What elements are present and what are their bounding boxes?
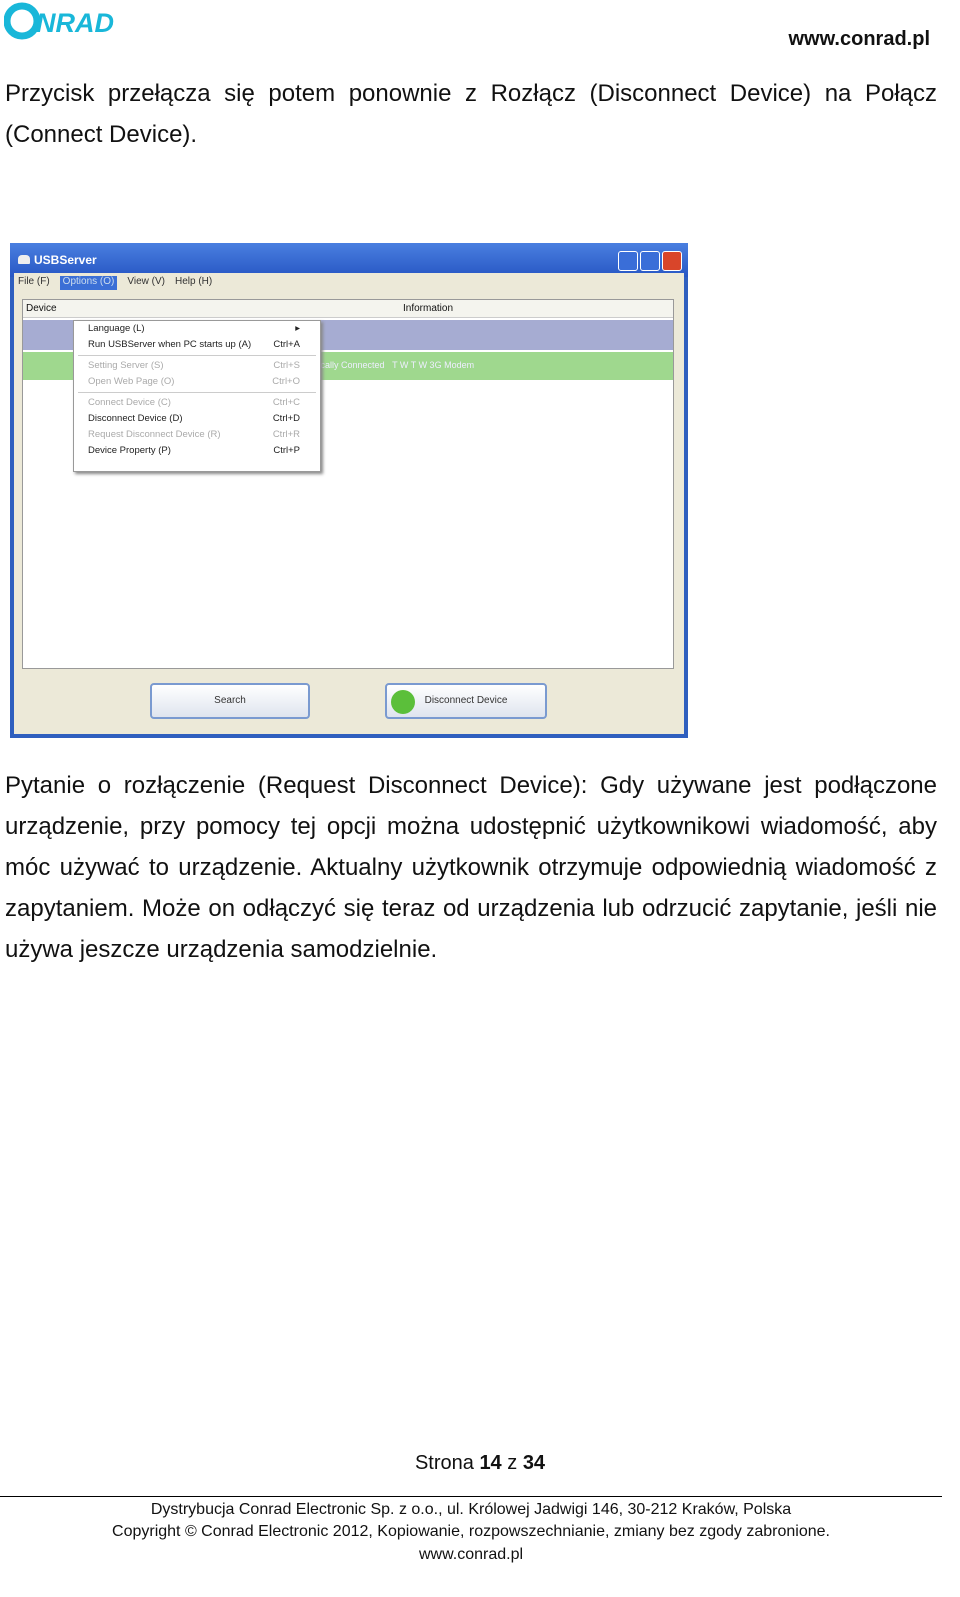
- menu-separator: [78, 392, 316, 393]
- row-info: T W T W 3G Modem: [392, 360, 475, 370]
- menu-item-shortcut: Ctrl+P: [273, 445, 300, 456]
- menu-item: Language (L) ▸: [74, 321, 320, 337]
- maximize-icon: [640, 251, 660, 271]
- window-title: USBServer: [34, 253, 97, 267]
- usbserver-screenshot: USBServer File (F) Options (O) View (V) …: [10, 243, 688, 738]
- menubar: File (F) Options (O) View (V) Help (H): [14, 273, 684, 293]
- menu-item-shortcut: Ctrl+A: [273, 339, 300, 350]
- menu-item-shortcut: Ctrl+D: [272, 413, 300, 424]
- conrad-logo: NRAD: [4, 2, 114, 40]
- check-icon: [391, 690, 415, 714]
- menu-item: Setting Server (S) Ctrl+S: [74, 358, 320, 374]
- menu-item-shortcut: ▸: [295, 323, 300, 334]
- menu-item-label: Language (L): [88, 323, 145, 334]
- menu-item-shortcut: Ctrl+S: [273, 360, 300, 371]
- footer-divider: [0, 1496, 942, 1497]
- menu-item: Connect Device (C) Ctrl+C: [74, 395, 320, 411]
- column-device: Device: [26, 303, 57, 314]
- menu-item: Request Disconnect Device (R) Ctrl+R: [74, 427, 320, 443]
- menu-item: Disconnect Device (D) Ctrl+D: [74, 411, 320, 427]
- search-button: Search: [150, 683, 310, 719]
- menu-options: Options (O): [59, 276, 118, 290]
- intro-paragraph: Przycisk przełącza się potem ponownie z …: [5, 80, 937, 148]
- row-status: ...cally Connected: [313, 360, 385, 370]
- menu-item-shortcut: Ctrl+R: [272, 429, 300, 440]
- footer-address: Dystrybucja Conrad Electronic Sp. z o.o.…: [150, 1501, 792, 1518]
- disconnect-device-button: Disconnect Device: [385, 683, 547, 719]
- menu-separator: [78, 355, 316, 356]
- footer-copyright: Copyright © Conrad Electronic 2012, Kopi…: [112, 1523, 830, 1540]
- menu-item-label: Device Property (P): [88, 445, 171, 456]
- device-list: Device Information ...cally Connected T W…: [22, 299, 674, 669]
- footer-url[interactable]: www.conrad.pl: [0, 1546, 942, 1564]
- menu-item: Run USBServer when PC starts up (A) Ctrl+…: [74, 337, 320, 353]
- menu-view: View (V): [127, 276, 165, 287]
- body-paragraph: Pytanie o rozłączenie (Request Disconnec…: [5, 772, 937, 963]
- menu-item-label: Request Disconnect Device (R): [88, 429, 221, 440]
- header-url[interactable]: www.conrad.pl: [789, 28, 931, 51]
- menu-item: Open Web Page (O) Ctrl+O: [74, 374, 320, 390]
- menu-item-label: Open Web Page (O): [88, 376, 175, 387]
- menu-item-shortcut: Ctrl+C: [272, 397, 300, 408]
- menu-item-label: Disconnect Device (D): [88, 413, 183, 424]
- column-information: Information: [403, 303, 454, 314]
- close-icon: [662, 251, 682, 271]
- menu-file: File (F): [18, 276, 50, 287]
- menu-help: Help (H): [174, 276, 213, 287]
- menu-item-shortcut: Ctrl+O: [272, 376, 300, 387]
- svg-text:NRAD: NRAD: [36, 8, 114, 38]
- menu-item: Device Property (P) Ctrl+P: [74, 443, 320, 459]
- minimize-icon: [618, 251, 638, 271]
- app-icon: [18, 255, 30, 264]
- menu-item-label: Run USBServer when PC starts up (A): [88, 339, 252, 350]
- page-number: Strona 14 z 34: [414, 1452, 546, 1474]
- menu-item-label: Setting Server (S): [88, 360, 164, 371]
- menu-item-label: Connect Device (C): [88, 397, 171, 408]
- options-dropdown: Language (L) ▸ Run USBServer when PC start…: [73, 320, 321, 472]
